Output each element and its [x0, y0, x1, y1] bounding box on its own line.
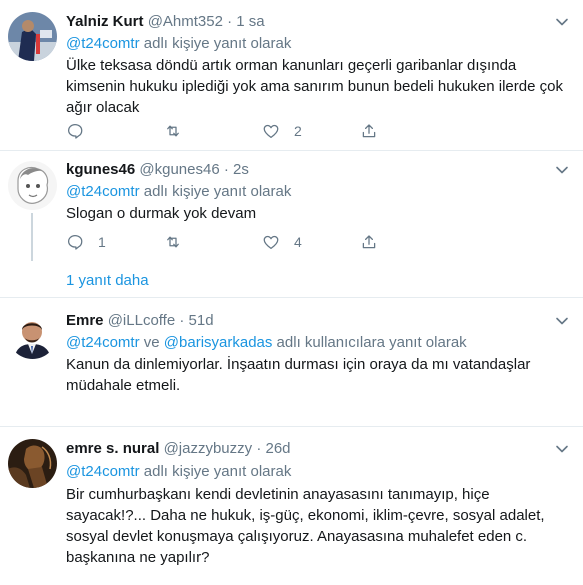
- user-handle[interactable]: @iLLcoffe: [108, 312, 176, 329]
- timestamp[interactable]: 26d: [266, 440, 291, 457]
- like-count: 4: [294, 234, 302, 250]
- mention-link[interactable]: @t24comtr: [66, 463, 140, 480]
- like-count: 2: [294, 123, 302, 139]
- show-more-replies-link[interactable]: 1 yanıt daha: [66, 271, 149, 291]
- avatar-image: [8, 439, 57, 488]
- share-button[interactable]: [360, 121, 378, 141]
- chevron-down-icon[interactable]: [555, 442, 569, 456]
- retweet-button[interactable]: [164, 121, 196, 141]
- tweet-4[interactable]: emre s. nural @jazzybuzzy · 26d @t24comt…: [0, 427, 583, 585]
- avatar-image: [8, 161, 57, 210]
- reply-context-label: adlı kişiye yanıt olarak: [139, 463, 292, 480]
- timestamp[interactable]: 51d: [189, 312, 214, 329]
- heart-icon: [263, 124, 279, 139]
- avatar[interactable]: [8, 310, 57, 359]
- separator-dot: ·: [179, 312, 185, 329]
- avatar-image: [8, 310, 57, 359]
- tweet-1[interactable]: Yalniz Kurt @Ahmt352 · 1 sa @t24comtr ad…: [0, 0, 583, 150]
- tweet-actions: 2: [66, 121, 386, 141]
- timestamp[interactable]: 1 sa: [236, 13, 264, 30]
- tweet-2[interactable]: kgunes46 @kgunes46 · 2s @t24comtr adlı k…: [0, 151, 583, 296]
- separator-dot: ·: [223, 161, 229, 178]
- display-name[interactable]: Yalniz Kurt: [66, 13, 144, 30]
- separator-dot: ·: [227, 13, 233, 30]
- avatar-image: [8, 12, 57, 61]
- reply-context: @t24comtr adlı kişiye yanıt olarak: [66, 34, 291, 54]
- tweet-header: kgunes46 @kgunes46 · 2s: [66, 160, 249, 180]
- reply-context-label: adlı kişiye yanıt olarak: [139, 35, 292, 52]
- avatar[interactable]: [8, 12, 57, 61]
- chevron-down-icon[interactable]: [555, 314, 569, 328]
- thread-connector: [31, 213, 33, 261]
- retweet-icon: [167, 236, 179, 248]
- mention-link[interactable]: @t24comtr: [66, 334, 140, 351]
- separator-dot: ·: [256, 440, 262, 457]
- like-button[interactable]: 4: [262, 232, 302, 252]
- share-icon: [362, 235, 376, 249]
- timestamp[interactable]: 2s: [233, 161, 249, 178]
- reply-context-joiner: ve: [139, 334, 164, 351]
- share-button[interactable]: [360, 232, 378, 252]
- chevron-down-icon[interactable]: [555, 15, 569, 29]
- chevron-down-icon[interactable]: [555, 163, 569, 177]
- reply-icon: [67, 234, 83, 250]
- user-handle[interactable]: @jazzybuzzy: [164, 440, 253, 457]
- reply-context: @t24comtr ve @barisyarkadas adlı kullanı…: [66, 333, 467, 353]
- user-handle[interactable]: @kgunes46: [139, 161, 219, 178]
- tweet-header: Emre @iLLcoffe · 51d: [66, 311, 214, 331]
- display-name[interactable]: Emre: [66, 312, 104, 329]
- display-name[interactable]: emre s. nural: [66, 440, 159, 457]
- reply-icon: [67, 123, 83, 139]
- tweet-actions: 1 4: [66, 232, 386, 252]
- reply-context: @t24comtr adlı kişiye yanıt olarak: [66, 182, 291, 202]
- retweet-button[interactable]: [164, 232, 196, 252]
- reply-button[interactable]: [66, 121, 98, 141]
- tweet-header: emre s. nural @jazzybuzzy · 26d: [66, 439, 291, 459]
- tweet-3[interactable]: Emre @iLLcoffe · 51d @t24comtr ve @baris…: [0, 298, 583, 426]
- tweet-text: Bir cumhurbaşkanı kendi devletinin anaya…: [66, 486, 545, 566]
- user-handle[interactable]: @Ahmt352: [148, 13, 223, 30]
- tweet-header: Yalniz Kurt @Ahmt352 · 1 sa: [66, 12, 265, 32]
- mention-link[interactable]: @t24comtr: [66, 183, 140, 200]
- tweet-text: Slogan o durmak yok devam: [66, 205, 257, 222]
- avatar[interactable]: [8, 439, 57, 488]
- retweet-icon: [167, 125, 179, 137]
- avatar[interactable]: [8, 161, 57, 210]
- display-name[interactable]: kgunes46: [66, 161, 135, 178]
- share-icon: [362, 124, 376, 138]
- mention-link[interactable]: @t24comtr: [66, 35, 140, 52]
- reply-count: 1: [98, 234, 106, 250]
- tweet-text: Kanun da dinlemiyorlar. İnşaatın durması…: [66, 356, 531, 394]
- reply-context-label: adlı kişiye yanıt olarak: [139, 183, 292, 200]
- like-button[interactable]: 2: [262, 121, 302, 141]
- tweet-text: Ülke teksasa döndü artık orman kanunları…: [66, 57, 563, 116]
- reply-context: @t24comtr adlı kişiye yanıt olarak: [66, 462, 291, 482]
- mention-link-2[interactable]: @barisyarkadas: [164, 334, 273, 351]
- heart-icon: [263, 235, 279, 250]
- reply-button[interactable]: 1: [66, 232, 106, 252]
- reply-context-label: adlı kullanıcılara yanıt olarak: [272, 334, 467, 351]
